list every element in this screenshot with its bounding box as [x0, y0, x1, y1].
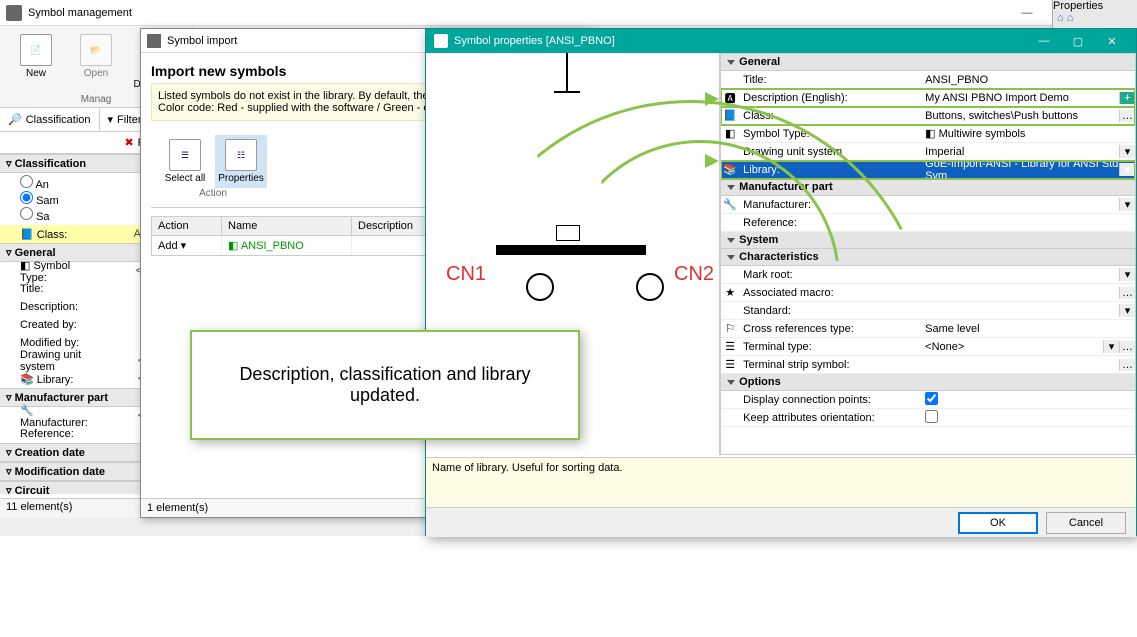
- row-xref-type[interactable]: ⚐Cross references type:Same level: [721, 320, 1135, 338]
- arrow-head-icon: [705, 92, 719, 106]
- row-description[interactable]: 🅰Description (English):My ANSI PBNO Impo…: [721, 89, 1135, 107]
- import-ribbon-caption: Action: [199, 188, 227, 199]
- row-assoc-macro[interactable]: ★Associated macro:…: [721, 284, 1135, 302]
- row-display-conn[interactable]: Display connection points:: [721, 391, 1135, 409]
- main-titlebar: Symbol management — ▢ ✕: [0, 0, 1137, 26]
- new-button[interactable]: 📄 New: [8, 30, 64, 94]
- row-keep-attr[interactable]: Keep attributes orientation:: [721, 409, 1135, 427]
- new-icon: 📄: [20, 34, 52, 66]
- section-options[interactable]: Options: [721, 374, 1135, 391]
- keep-attr-checkbox[interactable]: [925, 410, 938, 423]
- cn1-label: CN1: [446, 263, 486, 286]
- row-title[interactable]: Title:ANSI_PBNO: [721, 71, 1135, 89]
- tab-classification[interactable]: 🔎 Classification: [0, 108, 100, 131]
- col-action[interactable]: Action: [152, 217, 222, 235]
- cancel-button[interactable]: Cancel: [1046, 512, 1126, 534]
- props-maximize-button[interactable]: ▢: [1062, 30, 1094, 52]
- props-title-icon: [434, 34, 448, 48]
- app-icon: [6, 5, 22, 21]
- property-help-text: Name of library. Useful for sorting data…: [426, 457, 1136, 507]
- props-titlebar: Symbol properties [ANSI_PBNO] — ▢ ✕: [426, 29, 1136, 53]
- properties-button[interactable]: ☷ Properties: [215, 135, 267, 188]
- row-standard[interactable]: Standard:▾: [721, 302, 1135, 320]
- dropdown-icon[interactable]: ▾: [1119, 304, 1135, 317]
- ribbon-group-caption: Manag: [81, 94, 112, 105]
- import-title-text: Symbol import: [167, 35, 237, 47]
- row-terminal-type[interactable]: ☰Terminal type:<None>▾…: [721, 338, 1135, 356]
- props-close-button[interactable]: ✕: [1096, 30, 1128, 52]
- row-mark-root[interactable]: Mark root:▾: [721, 266, 1135, 284]
- display-conn-checkbox[interactable]: [925, 392, 938, 405]
- open-button[interactable]: 📂 Open: [68, 30, 124, 94]
- dropdown-icon[interactable]: ▾: [181, 240, 187, 252]
- props-minimize-button[interactable]: —: [1028, 30, 1060, 52]
- browse-button[interactable]: …: [1119, 287, 1135, 299]
- minimize-button[interactable]: —: [1007, 1, 1047, 25]
- browse-button[interactable]: …: [1119, 359, 1135, 371]
- ok-button[interactable]: OK: [958, 512, 1038, 534]
- dropdown-icon[interactable]: ▾: [1103, 340, 1119, 353]
- import-icon: [147, 34, 161, 48]
- open-icon: 📂: [80, 34, 112, 66]
- select-all-button[interactable]: ☰ Select all: [159, 135, 211, 188]
- remove-x-icon: ✖: [124, 136, 133, 149]
- arrow-head-icon: [705, 154, 719, 168]
- row-terminal-strip[interactable]: ☰Terminal strip symbol:…: [721, 356, 1135, 374]
- dropdown-icon[interactable]: ▾: [1119, 145, 1135, 158]
- section-general[interactable]: General: [721, 54, 1135, 71]
- select-all-icon: ☰: [169, 139, 201, 171]
- home-icon[interactable]: ⌂ ⌂: [1053, 12, 1137, 24]
- props-title-text: Symbol properties [ANSI_PBNO]: [454, 35, 615, 47]
- add-lang-button[interactable]: +: [1119, 92, 1135, 104]
- docked-properties-panel[interactable]: Properties ⌂ ⌂: [1052, 0, 1137, 28]
- library-dropdown-icon[interactable]: ▾: [1119, 163, 1135, 176]
- main-title: Symbol management: [28, 7, 132, 19]
- browse-class-button[interactable]: …: [1119, 110, 1135, 122]
- dropdown-icon[interactable]: ▾: [1119, 198, 1135, 211]
- dropdown-icon[interactable]: ▾: [1119, 268, 1135, 281]
- symbol-properties-window: Symbol properties [ANSI_PBNO] — ▢ ✕ CN1 …: [425, 28, 1137, 536]
- browse-button[interactable]: …: [1119, 341, 1135, 353]
- properties-icon: ☷: [225, 139, 257, 171]
- annotation-callout: Description, classification and library …: [190, 330, 580, 440]
- col-name[interactable]: Name: [222, 217, 352, 235]
